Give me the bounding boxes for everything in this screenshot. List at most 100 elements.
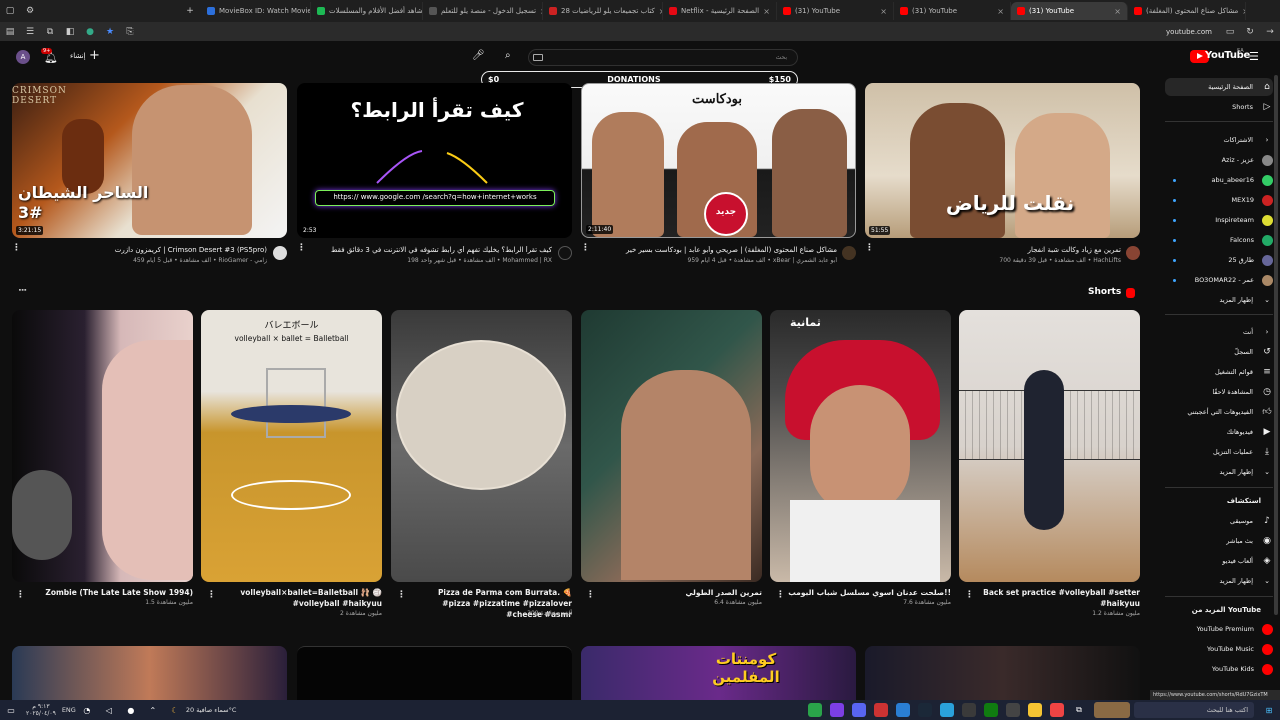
bookmark-star-icon[interactable]: ★ [103,25,117,39]
profile-icon[interactable]: ◧ [63,25,77,39]
video-title[interactable]: تمرين مع زياد وكالت شبة انفجار [884,246,1121,254]
sidebar-item-liked[interactable]: الفيديوهات التي أعجبتني 👍︎ [1165,403,1273,421]
sidebar-item-sub[interactable]: Falcons [1165,231,1273,249]
file-explorer-icon[interactable] [1028,703,1042,717]
short-title[interactable]: Zombie (The Late Late Show 1994) [30,587,193,598]
short-title[interactable]: volleyball×ballet=Balletball 🩰 🏐 #volley… [219,587,382,609]
tab-netflix[interactable]: Netflix - الصفحة الرئيسية × [663,2,777,20]
video-thumbnail[interactable]: كومنتات المفلمين [581,646,856,700]
more-options-icon[interactable]: ⋮ [586,590,595,600]
wifi-icon[interactable]: ◔ [80,703,94,717]
clock[interactable]: ٩:١٣ م ٢٠٢٥/٠٤/٠٩ [26,703,56,717]
more-options-icon[interactable]: ⋮ [297,243,306,253]
tab-youtube-1[interactable]: (31) YouTube × [777,2,894,20]
close-icon[interactable]: × [1238,7,1245,16]
close-icon[interactable]: × [876,7,887,16]
sidebar-subs-show-more[interactable]: إظهار المزيد ⌄ [1165,291,1273,309]
sidebar-item-playlists[interactable]: قوائم التشغيل ≡ [1165,363,1273,381]
tray-chevron-icon[interactable]: ⌃ [146,703,160,717]
video-title[interactable]: كريمزون دازرت | Crimson Desert #3 (PS5pr… [30,246,267,254]
sidebar-item-history[interactable]: السجلّ ↺ [1165,343,1273,361]
sidebar-subs-heading[interactable]: الاشتراكات › [1165,131,1273,149]
shorts-more-options-icon[interactable]: ⋮ [17,286,27,295]
volume-icon[interactable]: ◁ [102,703,116,717]
channel-avatar[interactable] [1126,246,1140,260]
reload-icon[interactable]: ↻ [1243,25,1257,39]
lock-icon[interactable]: ▭ [1223,25,1237,39]
video-thumbnail[interactable]: نقلت للرياض 51:55 [865,83,1140,238]
short-title[interactable]: تمرين الصدر الطولي [599,587,762,598]
video-thumbnail[interactable] [297,646,572,700]
more-options-icon[interactable]: ⋮ [207,590,216,600]
tab-search-icon[interactable]: ⚙ [23,4,37,18]
sidebar-item-sub[interactable]: طارق 25 [1165,251,1273,269]
window-menu-icon[interactable]: ▢ [3,4,17,18]
task-view-icon[interactable]: ⧉ [1072,703,1086,717]
sidebar-item-home[interactable]: الصفحة الرئيسية ⌂ [1165,78,1273,96]
short-thumbnail[interactable] [391,310,572,582]
tab-shahid[interactable]: شاهد أفضل الأفلام والمسلسلات× [311,2,423,20]
channel-avatar[interactable] [842,246,856,260]
menu-icon[interactable]: ☰ [23,25,37,39]
account-avatar[interactable]: A [16,50,30,64]
close-icon[interactable]: × [655,7,662,16]
notification-center-icon[interactable]: ▭ [4,703,18,717]
discord-icon[interactable] [852,703,866,717]
sidebar-item-music[interactable]: موسيقى ♪ [1165,512,1273,530]
sidebar-you-show-more[interactable]: إظهار المزيد ⌄ [1165,463,1273,481]
new-tab-icon[interactable]: + [183,4,197,18]
copy-icon[interactable]: ⎘ [123,25,137,39]
sidebar-item-your-videos[interactable]: فيديوهاتك ▶ [1165,423,1273,441]
sidebar-toggle-icon[interactable]: ▤ [3,25,17,39]
sidebar-item-downloads[interactable]: عمليات التنزيل ⤓ [1165,443,1273,461]
sidebar-item-music-app[interactable]: YouTube Music [1165,640,1273,658]
sidebar-item-sub[interactable]: Aziz - عزيز [1165,151,1273,169]
app-icon-4[interactable] [874,703,888,717]
sidebar-item-kids[interactable]: YouTube Kids [1165,660,1273,678]
sidebar-item-sub[interactable]: Inspireteam [1165,211,1273,229]
video-title[interactable]: مشاكل صناع المحتوى (المغلفة) | صريحي وأب… [600,246,837,254]
sidebar-item-premium[interactable]: YouTube Premium [1165,620,1273,638]
short-title[interactable]: Back set practice #volleyball #setter #h… [977,587,1140,609]
language-indicator[interactable]: ENG [62,706,76,714]
video-thumbnail[interactable]: بودكاست جديد 2:11:40 [581,83,856,238]
close-icon[interactable]: × [1110,7,1121,16]
sidebar-item-live[interactable]: بث مباشر ◉ [1165,532,1273,550]
more-options-icon[interactable]: ⋮ [581,243,590,253]
create-plus-icon[interactable]: + [89,48,100,63]
app-icon-10[interactable] [1006,703,1020,717]
tab-yallo-login[interactable]: تسجيل الدخول - منصة يلو للتعلم× [423,2,543,20]
short-thumbnail[interactable] [581,310,762,582]
sidebar-item-shorts[interactable]: Shorts ▷ [1165,98,1273,116]
short-thumbnail[interactable] [12,310,193,582]
more-options-icon[interactable]: ⋮ [16,590,25,600]
tab-youtube-2[interactable]: (31) YouTube × [894,2,1011,20]
video-thumbnail[interactable]: CRIMSON DESERT الساحر الشيطان #3 3:21:15 [12,83,287,238]
video-thumbnail[interactable] [12,646,287,700]
microphone-icon[interactable]: ● [124,703,138,717]
sidebar-item-sub[interactable]: abu_abeer16 [1165,171,1273,189]
steam-icon[interactable] [918,703,932,717]
address-url[interactable]: youtube.com [1166,28,1212,36]
hamburger-menu-icon[interactable]: ☰ [1249,50,1259,63]
extensions-icon[interactable]: ⧉ [43,25,57,39]
xbox-icon[interactable] [984,703,998,717]
taskbar-search-box[interactable]: اكتب هنا للبحث [1134,702,1254,718]
more-options-icon[interactable]: ⋮ [865,243,874,253]
app-icon-1[interactable] [808,703,822,717]
more-options-icon[interactable]: ⋮ [776,590,785,600]
scrollbar[interactable] [1274,75,1278,615]
channel-avatar[interactable] [558,246,572,260]
more-options-icon[interactable]: ⋮ [12,243,21,253]
telegram-icon[interactable] [940,703,954,717]
sidebar-you-heading[interactable]: أنت › [1165,323,1273,341]
video-thumbnail[interactable]: كيف تقرأ الرابط؟ https:// www.google.com… [297,83,572,238]
channel-avatar[interactable] [273,246,287,260]
sidebar-item-watch-later[interactable]: المشاهدة لاحقًا ◷ [1165,383,1273,401]
video-thumbnail[interactable] [865,646,1140,700]
search-highlight-image[interactable] [1094,702,1130,718]
search-input[interactable]: بحث [528,49,798,66]
tab-yallo-book[interactable]: كتاب تجميعات يلو للرياضيات 28× [543,2,663,20]
sidebar-item-sub[interactable]: BO3OMAR22 - عمر [1165,271,1273,289]
short-thumbnail[interactable]: バレエボール volleyball × ballet = Balletball [201,310,382,582]
